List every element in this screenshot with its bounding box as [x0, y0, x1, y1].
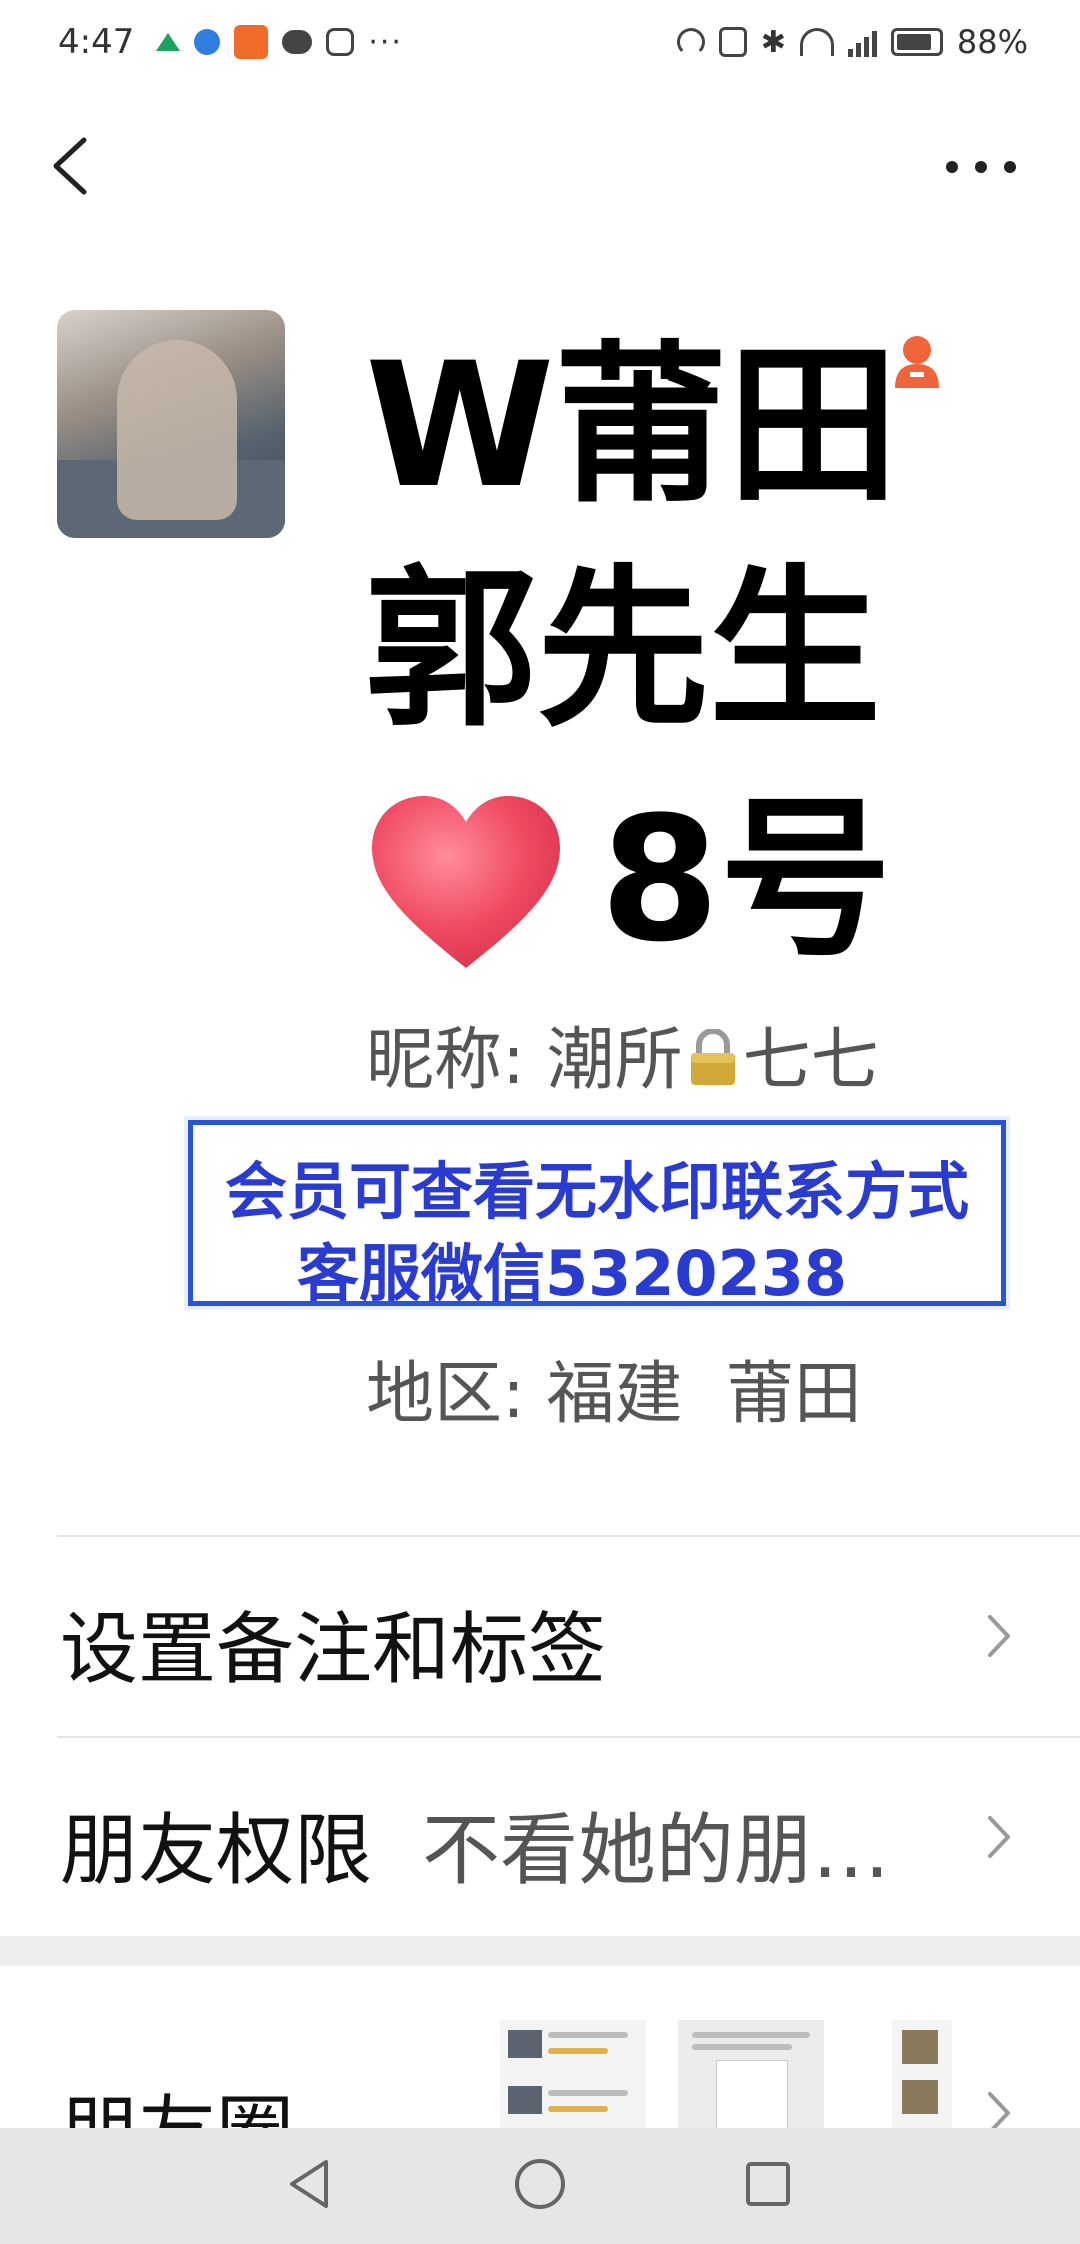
chevron-right-icon	[988, 1816, 1010, 1858]
mountain-icon	[156, 33, 181, 51]
lock-icon	[690, 1029, 735, 1085]
remark-tags-row[interactable]: 设置备注和标签	[0, 1537, 1080, 1735]
app-square-icon	[234, 25, 269, 59]
watermark-banner: 会员可查看无水印联系方式 客服微信5320238	[188, 1120, 1006, 1310]
chevron-right-icon	[988, 1615, 1010, 1657]
friend-permissions-row[interactable]: 朋友权限 不看她的朋…	[0, 1738, 1080, 1936]
friend-permissions-value: 不看她的朋…	[422, 1806, 891, 1896]
profile-name-line-2: 郭先生	[365, 549, 881, 750]
status-left: 4:47 ···	[58, 22, 403, 62]
system-navigation-bar	[0, 2128, 1080, 2244]
battery-icon	[890, 28, 943, 56]
nav-home-circle-icon[interactable]	[510, 2154, 570, 2214]
chat-bubble-icon	[282, 30, 313, 54]
wifi-icon	[799, 28, 834, 56]
battery-percent: 88%	[956, 23, 1028, 61]
region-line: 地区: 福建 莆田	[366, 1338, 862, 1437]
heart-icon	[372, 796, 560, 968]
hand-icon	[326, 28, 355, 56]
remark-tags-label: 设置备注和标签	[60, 1605, 607, 1695]
region-label: 地区:	[366, 1355, 525, 1434]
globe-icon	[194, 29, 221, 55]
back-button[interactable]	[50, 136, 90, 196]
status-time: 4:47	[58, 22, 135, 62]
watermark-line-2: 客服微信5320238	[297, 1237, 847, 1310]
status-right: ✱ 88%	[676, 23, 1028, 61]
more-button[interactable]	[946, 152, 1016, 182]
moments-thumbnail	[678, 2020, 824, 2136]
status-more-dots: ···	[368, 24, 403, 60]
avatar[interactable]	[57, 310, 285, 538]
signal-icon	[847, 27, 877, 57]
watermark-line-1: 会员可查看无水印联系方式	[224, 1155, 969, 1228]
section-separator	[0, 1936, 1080, 1966]
nickname-line: 昵称: 潮所 七七	[366, 1004, 879, 1103]
nfc-icon	[718, 27, 747, 57]
person-badge-icon	[895, 336, 939, 388]
nickname-value-start: 潮所	[546, 1021, 683, 1100]
region-value: 福建 莆田	[546, 1355, 862, 1434]
nav-recents-square-icon[interactable]	[738, 2154, 798, 2214]
profile-name-line-3: 8号	[600, 779, 892, 980]
profile-name-line-1: W莆田	[365, 325, 899, 526]
moments-thumbnail	[500, 2020, 646, 2136]
status-bar: 4:47 ··· ✱ 88%	[0, 0, 1080, 84]
gauge-icon	[676, 28, 705, 56]
more-dots-icon	[946, 161, 958, 173]
nickname-label: 昵称:	[366, 1021, 525, 1100]
friend-permissions-label: 朋友权限	[60, 1806, 373, 1896]
chevron-left-icon	[53, 137, 87, 195]
nickname-value-end: 七七	[742, 1021, 879, 1100]
nav-back-triangle-icon[interactable]	[280, 2154, 340, 2214]
bluetooth-icon: ✱	[760, 24, 786, 60]
moments-thumbnail	[892, 2020, 952, 2136]
